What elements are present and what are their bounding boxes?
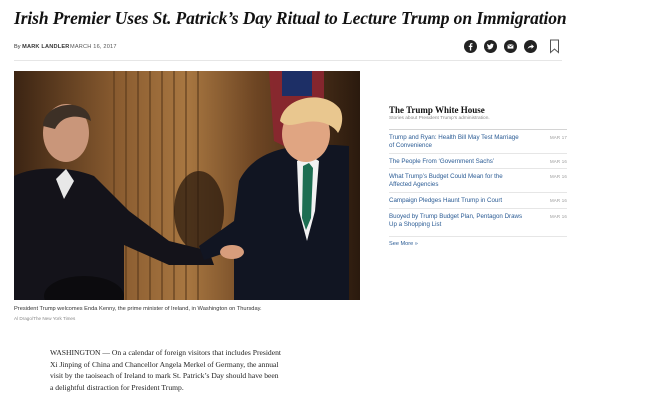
- byline: By MARK LANDLER: [14, 44, 70, 50]
- photo-credit: Al Drago/The New York Times: [14, 316, 76, 321]
- photo-illustration: [14, 71, 360, 300]
- article-body: WASHINGTON — On a calendar of foreign vi…: [50, 347, 340, 393]
- sidebar-item-date: MAR 16: [549, 197, 567, 203]
- sidebar-item-title[interactable]: What Trump’s Budget Could Mean for the: [389, 173, 503, 180]
- sidebar-item-title[interactable]: Campaign Pledges Haunt Trump in Court: [389, 197, 502, 204]
- sidebar-item-link[interactable]: The People From ‘Government Sachs’: [389, 158, 539, 166]
- byline-prefix: By: [14, 44, 21, 50]
- related-stories-sidebar: The Trump White House Stories about Pres…: [389, 105, 567, 247]
- sidebar-item[interactable]: Trump and Ryan: Health Bill May Test Mar…: [389, 129, 567, 153]
- bookmark-icon[interactable]: [549, 39, 560, 54]
- publish-date: MARCH 16, 2017: [70, 44, 117, 50]
- sidebar-item-title[interactable]: Trump and Ryan: Health Bill May Test Mar…: [389, 134, 519, 141]
- byline-row: By MARK LANDLER MARCH 16, 2017: [14, 40, 562, 54]
- sidebar-item-date: MAR 16: [549, 213, 567, 219]
- sidebar-list: Trump and Ryan: Health Bill May Test Mar…: [389, 129, 567, 231]
- article-headline: Irish Premier Uses St. Patrick’s Day Rit…: [14, 8, 567, 28]
- share-arrow-icon: [527, 44, 534, 49]
- twitter-icon: [487, 43, 494, 50]
- photo-caption: President Trump welcomes Enda Kenny, the…: [14, 306, 262, 312]
- sidebar-item-title-cont[interactable]: Affected Agencies: [389, 181, 438, 188]
- header-divider: [14, 60, 562, 61]
- author-link[interactable]: MARK LANDLER: [22, 44, 69, 50]
- sidebar-item-title-cont[interactable]: Up a Shopping List: [389, 221, 441, 228]
- twitter-share-button[interactable]: [484, 40, 497, 53]
- sidebar-subtitle: Stories about President Trump’s administ…: [389, 116, 490, 121]
- body-line: visit by the taoiseach of Ireland to mar…: [50, 371, 279, 380]
- sidebar-item[interactable]: What Trump’s Budget Could Mean for the A…: [389, 168, 567, 192]
- more-share-button[interactable]: [524, 40, 537, 53]
- sidebar-item[interactable]: Campaign Pledges Haunt Trump in Court MA…: [389, 191, 567, 208]
- email-icon: [507, 44, 514, 49]
- sidebar-item[interactable]: Buoyed by Trump Budget Plan, Pentagon Dr…: [389, 207, 567, 232]
- lead-photo: [14, 71, 360, 300]
- sidebar-item-date: MAR 16: [549, 174, 567, 180]
- sidebar-title[interactable]: The Trump White House: [389, 105, 567, 115]
- sidebar-item-title[interactable]: Buoyed by Trump Budget Plan, Pentagon Dr…: [389, 213, 522, 220]
- sidebar-item-date: MAR 16: [549, 158, 567, 164]
- sidebar-item-title-cont[interactable]: of Convenience: [389, 142, 432, 149]
- facebook-share-button[interactable]: [464, 40, 477, 53]
- sidebar-item-link[interactable]: What Trump’s Budget Could Mean for the A…: [389, 173, 539, 189]
- body-line: a delightful distraction for President T…: [50, 382, 184, 392]
- email-share-button[interactable]: [504, 40, 517, 53]
- see-more-link[interactable]: See More »: [389, 236, 567, 247]
- body-line: WASHINGTON — On a calendar of foreign vi…: [50, 348, 281, 357]
- facebook-icon: [468, 43, 473, 51]
- body-line: Xi Jinping of China and Chancellor Angel…: [50, 359, 279, 369]
- sidebar-item-link[interactable]: Buoyed by Trump Budget Plan, Pentagon Dr…: [389, 213, 539, 229]
- sidebar-item[interactable]: The People From ‘Government Sachs’ MAR 1…: [389, 152, 567, 169]
- sidebar-item-date: MAR 17: [549, 135, 567, 140]
- sidebar-item-link[interactable]: Campaign Pledges Haunt Trump in Court: [389, 197, 539, 205]
- sidebar-item-link[interactable]: Trump and Ryan: Health Bill May Test Mar…: [389, 134, 539, 150]
- sidebar-item-title[interactable]: The People From ‘Government Sachs’: [389, 158, 494, 165]
